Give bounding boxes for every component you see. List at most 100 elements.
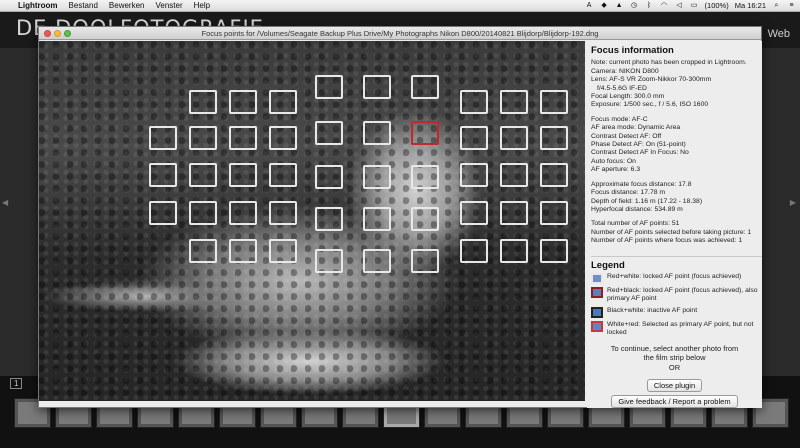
info-af-aperture: AF aperture: 6.3 [591, 166, 641, 174]
continue-instruction: To continue, select another photo from t… [610, 343, 739, 363]
af-point [411, 249, 439, 273]
af-point [229, 163, 257, 187]
af-point [229, 126, 257, 150]
menu-app-lightroom[interactable]: Lightroom [18, 1, 58, 10]
af-point [500, 239, 528, 263]
af-point [460, 90, 488, 114]
photo-preview [39, 41, 585, 401]
menu-venster[interactable]: Venster [155, 1, 182, 10]
af-point [149, 201, 177, 225]
info-contrast-detect: Contrast Detect AF: Off [591, 132, 662, 140]
legend-heading: Legend [591, 255, 762, 270]
legend-text: Red+white: locked AF point (focus achiev… [607, 272, 742, 280]
info-af-area-mode: AF area mode: Dynamic Area [591, 124, 681, 132]
af-point [540, 239, 568, 263]
black-white-swatch-icon [591, 306, 603, 318]
af-point [315, 249, 343, 273]
af-point [269, 239, 297, 263]
info-af-selected: Number of AF points selected before taki… [591, 228, 752, 236]
left-panel: ◀ [0, 48, 38, 378]
collapse-left-panel-icon[interactable]: ◀ [2, 198, 8, 207]
close-plugin-button[interactable]: Close plugin [646, 379, 703, 393]
af-point [500, 90, 528, 114]
info-total-af-points: Total number of AF points: 51 [591, 220, 680, 228]
af-point [229, 201, 257, 225]
af-point [189, 126, 217, 150]
volume-icon[interactable]: ◁ [675, 2, 684, 10]
af-point [269, 90, 297, 114]
af-point [460, 126, 488, 150]
menu-bestand[interactable]: Bestand [69, 1, 98, 10]
dropbox-icon[interactable]: ◆ [600, 2, 609, 10]
battery-percent: (100%) [704, 1, 729, 10]
module-web[interactable]: Web [768, 28, 790, 40]
info-focal-length: Focal Length: 300.0 mm [591, 93, 665, 101]
info-phase-detect: Phase Detect AF: On (51-point) [591, 141, 686, 149]
menu-bar: Lightroom Bestand Bewerken Venster Help … [0, 0, 800, 12]
info-contrast-in-focus: Contrast Detect AF In Focus: No [591, 149, 689, 157]
focus-info-heading: Focus information [591, 45, 674, 56]
af-point [411, 165, 439, 189]
close-window-icon[interactable] [44, 30, 51, 37]
wifi-icon[interactable]: ◠ [660, 2, 669, 10]
menu-bewerken[interactable]: Bewerken [109, 1, 145, 10]
af-point [315, 207, 343, 231]
adobe-icon[interactable]: A [585, 2, 594, 10]
af-point [269, 126, 297, 150]
af-point [315, 121, 343, 145]
feedback-button[interactable]: Give feedback / Report a problem [611, 395, 738, 409]
af-point [500, 126, 528, 150]
info-camera: Camera: NIKON D800 [591, 67, 659, 75]
af-point [269, 163, 297, 187]
af-point [540, 163, 568, 187]
af-point [540, 90, 568, 114]
af-point [363, 75, 391, 99]
window-title: Focus points for /Volumes/Seagate Backup… [201, 29, 599, 38]
af-point [189, 239, 217, 263]
focus-info-panel: Focus information Note: current photo ha… [587, 41, 762, 409]
notification-center-icon[interactable]: ≡ [787, 2, 796, 10]
af-point [189, 201, 217, 225]
info-exposure: Exposure: 1/500 sec., f / 5.6, ISO 1600 [591, 101, 709, 109]
battery-icon[interactable]: ▭ [690, 2, 699, 10]
red-white-swatch-icon [591, 272, 603, 284]
legend-text: White+red: Selected as primary AF point,… [607, 320, 754, 337]
zoom-window-icon[interactable] [64, 30, 71, 37]
spotlight-icon[interactable]: ⌕ [772, 2, 781, 10]
info-auto-focus: Auto focus: On [591, 157, 636, 165]
legend-text: Black+white: inactive AF point [607, 306, 698, 314]
af-point [269, 201, 297, 225]
right-panel: ▶ [760, 48, 800, 378]
af-point [149, 163, 177, 187]
collapse-right-panel-icon[interactable]: ▶ [790, 198, 796, 207]
af-point [460, 239, 488, 263]
time-machine-icon[interactable]: ◷ [630, 2, 639, 10]
af-point [411, 207, 439, 231]
legend-item: Red+black: locked AF point (focus achiev… [591, 286, 762, 304]
legend-item: Red+white: locked AF point (focus achiev… [591, 272, 762, 284]
legend-text: Red+black: locked AF point (focus achiev… [607, 286, 758, 303]
menu-status-area: A ◆ ▲ ◷ ᛒ ◠ ◁ ▭ (100%) Ma 16:21 ⌕ ≡ [585, 1, 800, 10]
bluetooth-icon[interactable]: ᛒ [645, 2, 654, 10]
focus-points-window: Focus points for /Volumes/Seagate Backup… [38, 26, 762, 409]
af-point [460, 163, 488, 187]
af-point-in-focus [411, 121, 439, 145]
clock[interactable]: Ma 16:21 [735, 1, 766, 10]
filmstrip-monitor-badge[interactable]: 1 [10, 378, 23, 389]
menu-help[interactable]: Help [194, 1, 210, 10]
info-hyperfocal: Hyperfocal distance: 534.89 m [591, 205, 683, 213]
af-point [363, 165, 391, 189]
window-title-bar[interactable]: Focus points for /Volumes/Seagate Backup… [39, 27, 761, 40]
af-point [149, 126, 177, 150]
drive-icon[interactable]: ▲ [615, 2, 624, 10]
af-point [315, 165, 343, 189]
info-focus-mode: Focus mode: AF-C [591, 115, 648, 123]
info-note: Note: current photo has been cropped in … [591, 59, 747, 67]
af-point [229, 239, 257, 263]
minimize-window-icon[interactable] [54, 30, 61, 37]
info-depth-of-field: Depth of field: 1.16 m (17.22 - 18.38) [591, 197, 703, 205]
af-point [460, 201, 488, 225]
info-lens: Lens: AF-S VR Zoom-Nikkor 70-300mm [591, 76, 712, 84]
info-af-achieved: Number of AF points where focus was achi… [591, 237, 743, 245]
info-approx-distance: Approximate focus distance: 17.8 [591, 180, 692, 188]
